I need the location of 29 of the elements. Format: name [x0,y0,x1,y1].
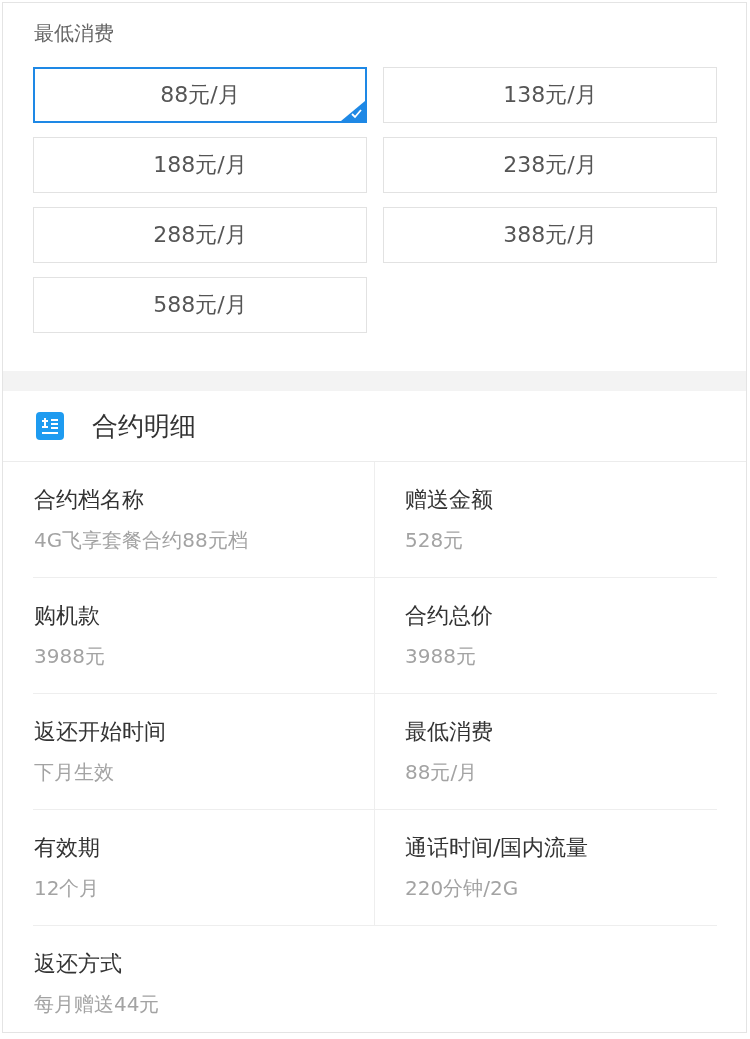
detail-value: 下月生效 [34,759,114,786]
detail-value: 4G飞享套餐合约88元档 [34,527,248,554]
spend-option[interactable]: 88元/月 [33,67,367,123]
detail-value: 528元 [405,527,464,554]
spend-option[interactable]: 288元/月 [33,207,367,263]
list-icon [36,412,64,440]
detail-label: 购机款 [34,602,100,630]
detail-label: 有效期 [34,834,100,862]
detail-value: 每月赠送44元 [34,991,160,1018]
spend-option[interactable]: 188元/月 [33,137,367,193]
detail-label: 合约总价 [405,602,493,630]
detail-label: 返还方式 [34,950,122,978]
section-label: 最低消费 [34,20,114,47]
detail-label: 通话时间/国内流量 [405,834,589,862]
check-corner-icon [341,101,365,121]
spend-option[interactable]: 588元/月 [33,277,367,333]
detail-label: 赠送金额 [405,486,493,514]
detail-value: 3988元 [405,643,476,670]
detail-value: 3988元 [34,643,105,670]
spend-option[interactable]: 238元/月 [383,137,717,193]
detail-label: 合约档名称 [34,486,144,514]
spend-option[interactable]: 138元/月 [383,67,717,123]
detail-value: 88元/月 [405,759,478,786]
detail-label: 最低消费 [405,718,493,746]
detail-value: 12个月 [34,875,100,902]
spend-option[interactable]: 388元/月 [383,207,717,263]
section-title: 合约明细 [92,410,196,443]
detail-value: 220分钟/2G [405,875,519,902]
detail-label: 返还开始时间 [34,718,166,746]
